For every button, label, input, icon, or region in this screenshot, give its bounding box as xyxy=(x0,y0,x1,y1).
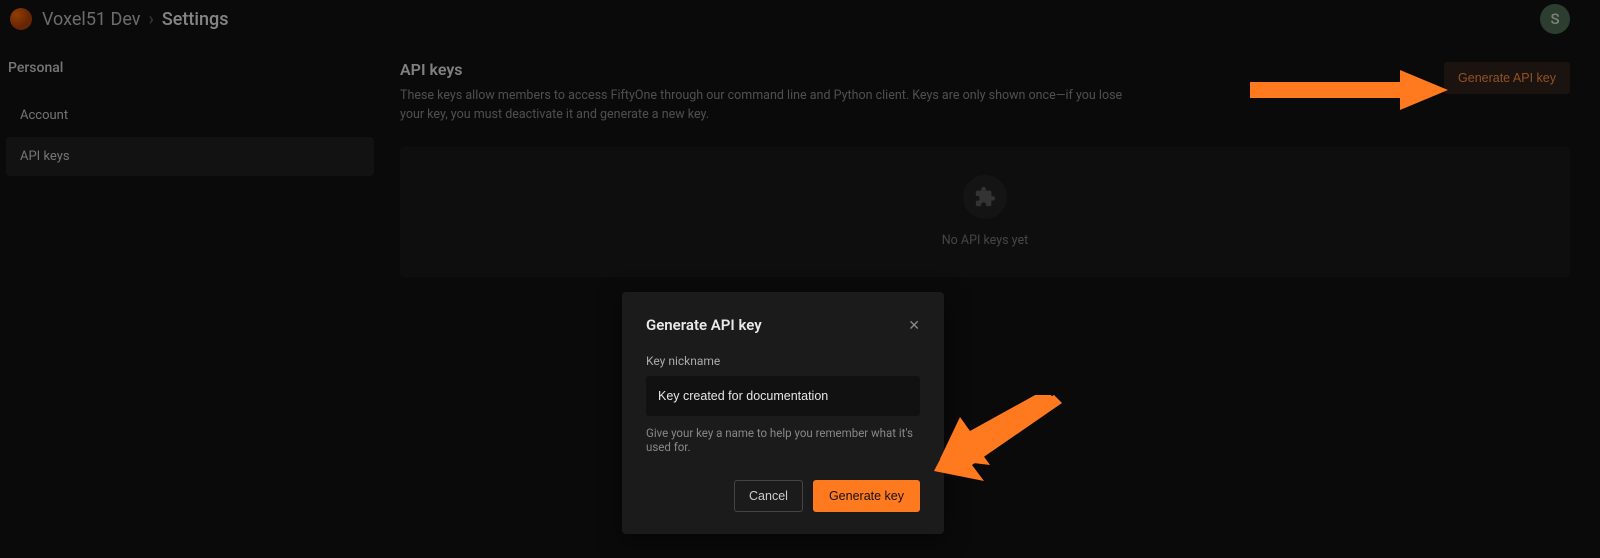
key-nickname-hint: Give your key a name to help you remembe… xyxy=(646,426,920,454)
generate-api-key-modal: Generate API key ✕ Key nickname Give you… xyxy=(622,292,944,534)
modal-header: Generate API key ✕ xyxy=(646,316,920,334)
api-keys-empty-panel: No API keys yet xyxy=(400,147,1570,277)
page-title: API keys xyxy=(400,60,1140,79)
key-nickname-label: Key nickname xyxy=(646,354,920,368)
page-subtitle: These keys allow members to access Fifty… xyxy=(400,87,1140,125)
sidebar-item-api-keys[interactable]: API keys xyxy=(6,137,374,176)
generate-key-button[interactable]: Generate key xyxy=(813,480,920,512)
chevron-right-icon: › xyxy=(148,9,153,30)
sidebar-heading: Personal xyxy=(6,60,374,96)
modal-title: Generate API key xyxy=(646,316,762,334)
app-logo-icon[interactable] xyxy=(10,8,32,30)
key-nickname-input[interactable] xyxy=(646,376,920,416)
sidebar-item-account[interactable]: Account xyxy=(6,96,374,135)
modal-actions: Cancel Generate key xyxy=(646,480,920,512)
top-header: Voxel51 Dev › Settings S xyxy=(0,0,1600,38)
breadcrumb-org[interactable]: Voxel51 Dev xyxy=(42,9,140,30)
breadcrumb-page: Settings xyxy=(162,9,229,30)
annotation-arrow-right-icon xyxy=(1250,62,1450,118)
avatar[interactable]: S xyxy=(1540,4,1570,34)
puzzle-piece-icon xyxy=(963,175,1007,219)
empty-state-text: No API keys yet xyxy=(942,233,1028,248)
annotation-arrow-diagonal-icon xyxy=(934,395,1064,495)
close-icon[interactable]: ✕ xyxy=(908,317,920,334)
header-left: Voxel51 Dev › Settings xyxy=(10,8,229,30)
sidebar: Personal Account API keys xyxy=(0,60,380,277)
cancel-button[interactable]: Cancel xyxy=(734,480,803,512)
generate-api-key-button[interactable]: Generate API key xyxy=(1444,62,1570,94)
page-header-text: API keys These keys allow members to acc… xyxy=(400,60,1140,125)
breadcrumb: Voxel51 Dev › Settings xyxy=(42,9,229,30)
